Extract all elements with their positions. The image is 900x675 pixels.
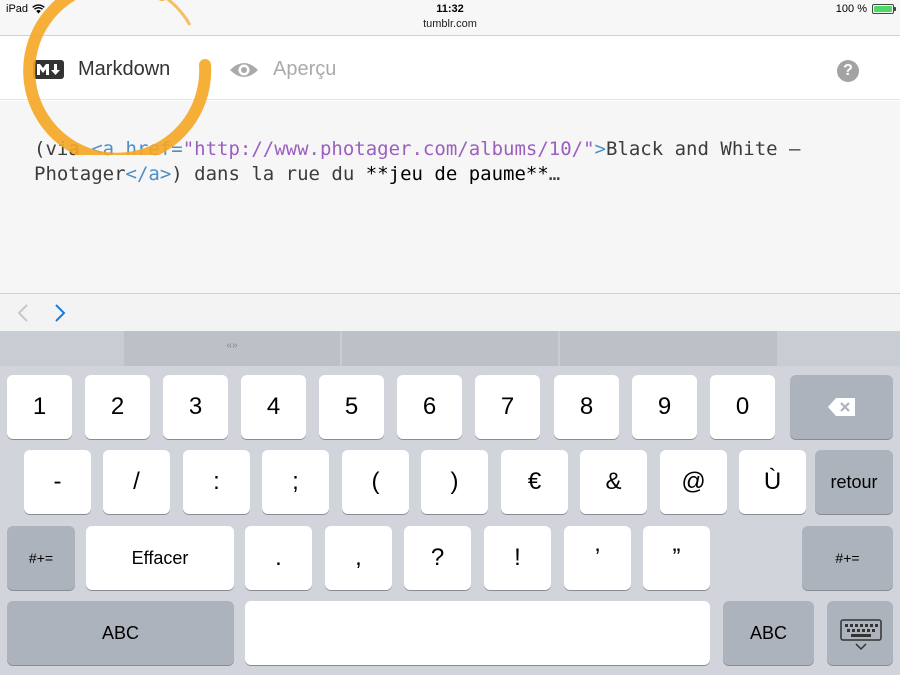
html-tag-token: <a href= — [91, 138, 183, 160]
abc-key-left[interactable]: ABC — [7, 601, 234, 665]
key-8[interactable]: 8 — [554, 375, 619, 439]
key-4[interactable]: 4 — [241, 375, 306, 439]
keyboard-accessory-bar — [0, 293, 900, 331]
return-key[interactable]: retour — [815, 450, 893, 514]
tab-preview-label: Aperçu — [273, 58, 337, 80]
key-quote[interactable]: ” — [643, 526, 710, 590]
text-token: ) dans la rue du — [171, 163, 366, 185]
suggestion-item[interactable] — [342, 331, 558, 366]
key-2[interactable]: 2 — [85, 375, 150, 439]
markdown-source-text[interactable]: (via <a href="http://www.photager.com/al… — [34, 137, 884, 187]
editor-text-area[interactable]: (via <a href="http://www.photager.com/al… — [0, 101, 900, 293]
html-close-tag-token: </a> — [125, 163, 172, 185]
key-open-paren[interactable]: ( — [342, 450, 409, 514]
battery-icon — [872, 4, 896, 14]
html-tag-token: > — [594, 138, 606, 160]
key-u-grave[interactable]: Ù — [739, 450, 806, 514]
tab-markdown[interactable]: Markdown — [33, 58, 170, 81]
key-1[interactable]: 1 — [7, 375, 72, 439]
suggestion-item[interactable]: «» — [124, 331, 340, 366]
key-9[interactable]: 9 — [632, 375, 697, 439]
onscreen-keyboard: «» 1 2 3 4 5 6 7 8 9 0 - / : ; ( ) € & @… — [0, 331, 900, 675]
tab-markdown-label: Markdown — [78, 58, 171, 80]
key-comma[interactable]: , — [325, 526, 392, 590]
battery-fill — [874, 6, 892, 12]
status-url[interactable]: tumblr.com — [0, 18, 900, 30]
delete-key[interactable] — [790, 375, 893, 439]
symbols-key-right[interactable]: #+= — [802, 526, 893, 590]
status-time: 11:32 — [436, 3, 464, 15]
eye-icon — [230, 62, 258, 77]
status-bar: iPad 11:32 tumblr.com 100 % — [0, 0, 900, 36]
key-5[interactable]: 5 — [319, 375, 384, 439]
url-string-token: "http://www.photager.com/albums/10/" — [182, 138, 595, 160]
key-close-paren[interactable]: ) — [421, 450, 488, 514]
key-slash[interactable]: / — [103, 450, 170, 514]
key-semicolon[interactable]: ; — [262, 450, 329, 514]
editor-header: Markdown Aperçu ? — [0, 36, 900, 100]
bold-text-token: **jeu de paume** — [365, 163, 549, 185]
key-colon[interactable]: : — [183, 450, 250, 514]
dismiss-keyboard-key[interactable] — [827, 601, 893, 665]
abc-key-right[interactable]: ABC — [723, 601, 814, 665]
symbols-key-left[interactable]: #+= — [7, 526, 75, 590]
chevron-right-icon[interactable] — [53, 304, 67, 322]
delete-backward-icon — [827, 398, 855, 416]
text-token: (via — [34, 138, 92, 160]
key-hyphen[interactable]: - — [24, 450, 91, 514]
help-icon[interactable]: ? — [837, 60, 859, 82]
key-ampersand[interactable]: & — [580, 450, 647, 514]
tab-preview[interactable]: Aperçu — [229, 58, 336, 81]
suggestion-item[interactable] — [560, 331, 777, 366]
undo-key[interactable]: Effacer — [86, 526, 234, 590]
status-right: 100 % — [835, 3, 896, 15]
key-apostrophe[interactable]: ’ — [564, 526, 631, 590]
key-at[interactable]: @ — [660, 450, 727, 514]
key-6[interactable]: 6 — [397, 375, 462, 439]
battery-percent: 100 % — [835, 3, 867, 15]
chevron-left-icon[interactable] — [16, 304, 30, 322]
key-3[interactable]: 3 — [163, 375, 228, 439]
suggestion-bar: «» — [0, 331, 900, 366]
markdown-icon — [33, 60, 64, 79]
key-0[interactable]: 0 — [710, 375, 775, 439]
key-question[interactable]: ? — [404, 526, 471, 590]
key-period[interactable]: . — [245, 526, 312, 590]
space-bar[interactable] — [245, 601, 710, 665]
keyboard-hide-icon — [840, 619, 882, 651]
key-7[interactable]: 7 — [475, 375, 540, 439]
key-euro[interactable]: € — [501, 450, 568, 514]
key-exclamation[interactable]: ! — [484, 526, 551, 590]
ellipsis-token: … — [548, 163, 561, 185]
